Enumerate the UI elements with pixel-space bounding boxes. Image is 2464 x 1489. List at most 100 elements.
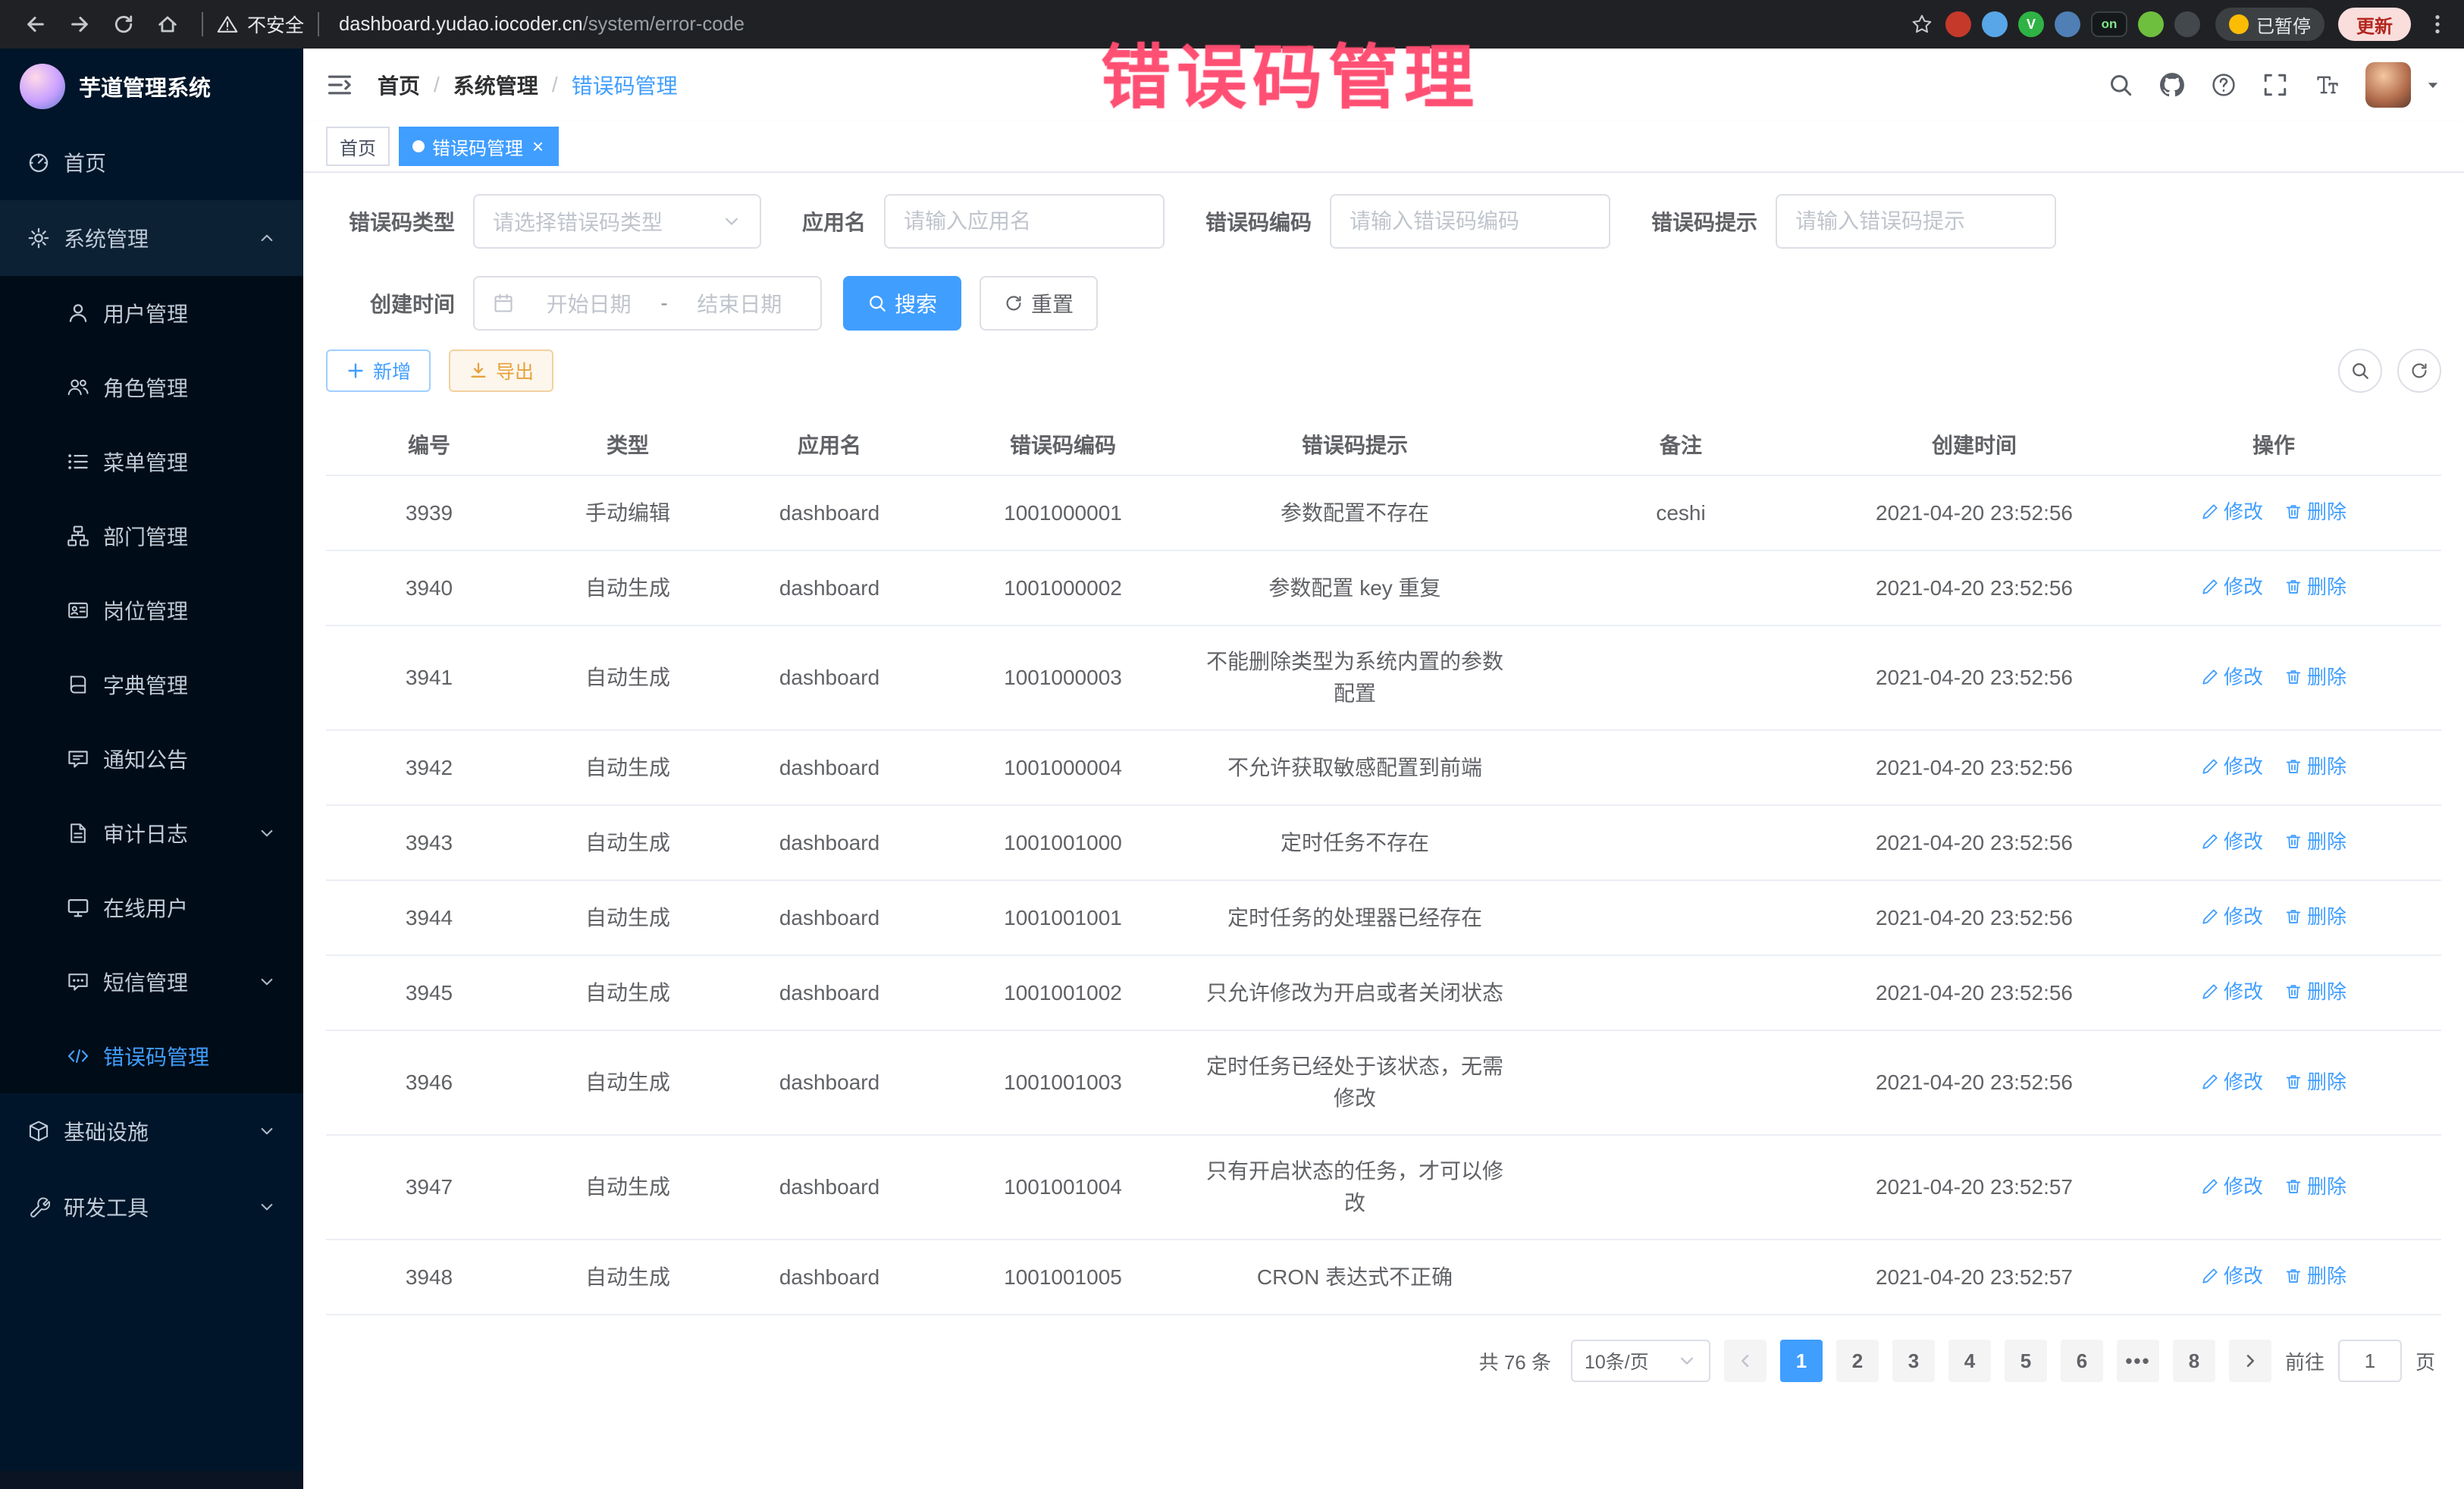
- browser-forward-icon[interactable]: [59, 4, 100, 45]
- page-button-3[interactable]: 3: [1892, 1340, 1935, 1382]
- table-cell: dashboard: [723, 1240, 936, 1315]
- browser-back-icon[interactable]: [15, 4, 56, 45]
- fullscreen-icon[interactable]: [2262, 72, 2288, 98]
- page-button-8[interactable]: 8: [2173, 1340, 2215, 1382]
- more-pages-button[interactable]: •••: [2117, 1340, 2159, 1382]
- breadcrumb-item[interactable]: 首页: [378, 70, 420, 100]
- sidebar-item-dict[interactable]: 字典管理: [0, 647, 303, 722]
- page-button-5[interactable]: 5: [2005, 1340, 2047, 1382]
- edit-row-button[interactable]: 修改: [2201, 571, 2263, 603]
- add-button[interactable]: 新增: [326, 350, 431, 392]
- update-button[interactable]: 更新: [2338, 8, 2411, 41]
- delete-row-button[interactable]: 删除: [2284, 1171, 2346, 1202]
- delete-row-button[interactable]: 删除: [2284, 1066, 2346, 1098]
- sidebar-item-notice[interactable]: 通知公告: [0, 722, 303, 796]
- breadcrumb-item[interactable]: 系统管理: [453, 70, 538, 100]
- prev-page-button[interactable]: [1724, 1340, 1766, 1382]
- sidebar-item-dept[interactable]: 部门管理: [0, 499, 303, 573]
- delete-row-button[interactable]: 删除: [2284, 751, 2346, 782]
- browser-reload-icon[interactable]: [103, 4, 144, 45]
- calendar-icon: [493, 293, 514, 314]
- edit-row-button[interactable]: 修改: [2201, 826, 2263, 857]
- page-button-1[interactable]: 1: [1780, 1340, 1823, 1382]
- table-cell-actions: 修改删除: [2106, 625, 2441, 730]
- edit-row-button[interactable]: 修改: [2201, 976, 2263, 1008]
- bookmark-star-icon[interactable]: [1911, 13, 1933, 36]
- next-page-button[interactable]: [2229, 1340, 2271, 1382]
- page-button-4[interactable]: 4: [1948, 1340, 1991, 1382]
- breadcrumb-item[interactable]: 错误码管理: [572, 70, 678, 100]
- security-indicator[interactable]: 不安全: [217, 11, 304, 38]
- header-search-icon[interactable]: [2108, 72, 2133, 98]
- sidebar-item-audit[interactable]: 审计日志: [0, 796, 303, 870]
- proxy-on-ext-icon[interactable]: on: [2091, 11, 2127, 37]
- sidebar-item-infra[interactable]: 基础设施: [0, 1093, 303, 1169]
- sidebar-item-role[interactable]: 角色管理: [0, 350, 303, 425]
- edit-row-button[interactable]: 修改: [2201, 751, 2263, 782]
- address-bar[interactable]: dashboard.yudao.iocoder.cn/system/error-…: [339, 14, 745, 36]
- page-button-2[interactable]: 2: [1836, 1340, 1879, 1382]
- tab-error-code[interactable]: 错误码管理×: [399, 127, 559, 166]
- edit-row-button[interactable]: 修改: [2201, 496, 2263, 528]
- close-icon[interactable]: ×: [531, 136, 545, 156]
- collapse-sidebar-icon[interactable]: [326, 71, 353, 99]
- font-size-icon[interactable]: [2314, 72, 2340, 98]
- reset-button[interactable]: 重置: [980, 276, 1098, 331]
- error-hint-input[interactable]: [1776, 194, 2056, 249]
- user-menu-caret-icon[interactable]: [2425, 77, 2441, 93]
- error-type-select[interactable]: 请选择错误码类型: [473, 194, 761, 249]
- sidebar-item-post[interactable]: 岗位管理: [0, 573, 303, 647]
- paw-ext-icon[interactable]: [2174, 11, 2200, 37]
- github-icon[interactable]: [2159, 72, 2185, 98]
- table-cell-actions: 修改删除: [2106, 805, 2441, 880]
- table-cell: 定时任务已经处于该状态，无需修改: [1190, 1030, 1519, 1135]
- app-name-input[interactable]: [884, 194, 1165, 249]
- logo-avatar: [20, 64, 65, 109]
- edit-row-button[interactable]: 修改: [2201, 1260, 2263, 1292]
- logo[interactable]: 芋道管理系统: [0, 49, 303, 124]
- user-avatar[interactable]: [2365, 62, 2411, 108]
- tab-home[interactable]: 首页: [326, 127, 390, 166]
- table-cell: [1519, 1135, 1842, 1240]
- search-button[interactable]: 搜索: [843, 276, 961, 331]
- date-range-picker[interactable]: 开始日期 - 结束日期: [473, 276, 822, 331]
- delete-row-button[interactable]: 删除: [2284, 496, 2346, 528]
- grid-ext-icon[interactable]: [2055, 11, 2080, 37]
- refresh-table-button[interactable]: [2397, 349, 2441, 393]
- browser-home-icon[interactable]: [147, 4, 188, 45]
- toggle-search-button[interactable]: [2338, 349, 2382, 393]
- delete-row-button[interactable]: 删除: [2284, 1260, 2346, 1292]
- edit-row-button[interactable]: 修改: [2201, 1171, 2263, 1202]
- sidebar-item-devtool[interactable]: 研发工具: [0, 1169, 303, 1245]
- record-ext-icon[interactable]: [1945, 11, 1971, 37]
- edit-row-button[interactable]: 修改: [2201, 661, 2263, 693]
- edit-row-button[interactable]: 修改: [2201, 901, 2263, 933]
- sidebar-item-user[interactable]: 用户管理: [0, 276, 303, 350]
- page-size-select[interactable]: 10条/页: [1571, 1340, 1710, 1382]
- water-drop-ext-icon[interactable]: [1982, 11, 2008, 37]
- sidebar-item-sms[interactable]: 短信管理: [0, 945, 303, 1019]
- sidebar-collapse-bar[interactable]: [0, 1471, 303, 1489]
- export-button[interactable]: 导出: [449, 350, 553, 392]
- leaf-ext-icon[interactable]: [2138, 11, 2164, 37]
- error-code-input[interactable]: [1330, 194, 1610, 249]
- edit-row-button[interactable]: 修改: [2201, 1066, 2263, 1098]
- sidebar-item-menu[interactable]: 菜单管理: [0, 425, 303, 499]
- delete-row-button[interactable]: 删除: [2284, 571, 2346, 603]
- delete-row-button[interactable]: 删除: [2284, 661, 2346, 693]
- sidebar-item-system[interactable]: 系统管理: [0, 200, 303, 276]
- table-cell-actions: 修改删除: [2106, 475, 2441, 550]
- delete-row-button[interactable]: 删除: [2284, 976, 2346, 1008]
- browser-menu-icon[interactable]: [2426, 13, 2449, 36]
- chevron-down-icon: [258, 824, 276, 842]
- sidebar-item-error-code[interactable]: 错误码管理: [0, 1019, 303, 1093]
- delete-row-button[interactable]: 删除: [2284, 826, 2346, 857]
- video-check-ext-icon[interactable]: V: [2018, 11, 2044, 37]
- page-button-6[interactable]: 6: [2061, 1340, 2103, 1382]
- delete-row-button[interactable]: 删除: [2284, 901, 2346, 933]
- help-icon[interactable]: [2211, 72, 2237, 98]
- paused-badge[interactable]: 已暂停: [2215, 8, 2324, 41]
- goto-page-input[interactable]: [2338, 1340, 2402, 1382]
- sidebar-item-home[interactable]: 首页: [0, 124, 303, 200]
- sidebar-item-online[interactable]: 在线用户: [0, 870, 303, 945]
